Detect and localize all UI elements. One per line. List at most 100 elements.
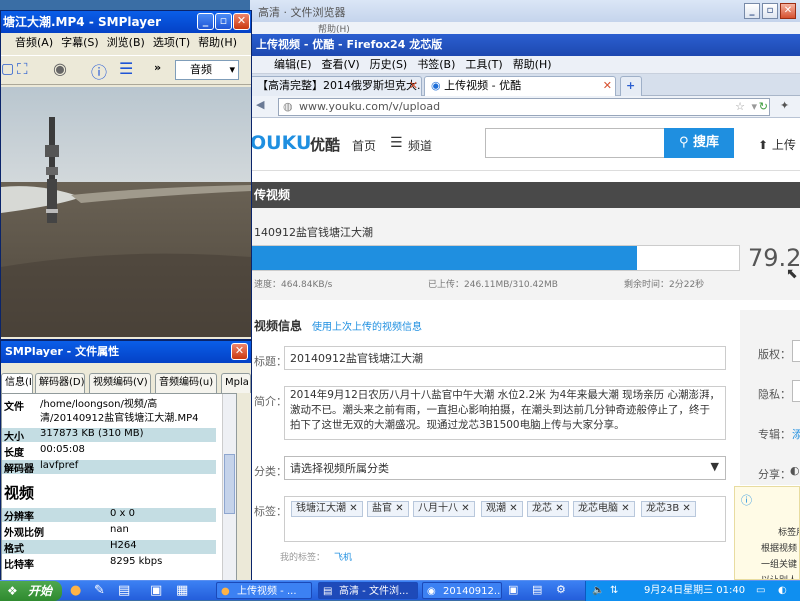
close-icon[interactable]: ✕ bbox=[409, 77, 418, 95]
tab-mplayer[interactable]: Mpla bbox=[221, 373, 251, 393]
info-icon[interactable]: ⓘ bbox=[91, 59, 107, 83]
audio-track-dropdown[interactable]: 音频 ▾ bbox=[175, 60, 239, 80]
reload-icon[interactable]: ↻ bbox=[759, 99, 768, 115]
scrollbar-thumb[interactable] bbox=[224, 454, 235, 514]
network-icon[interactable]: ⇅ bbox=[610, 581, 618, 601]
addon-icon[interactable]: ✦ bbox=[780, 99, 789, 112]
title-input[interactable]: 20140912盐官钱塘江大潮 bbox=[284, 346, 726, 370]
clock[interactable]: 9月24日星期三 01:40 bbox=[644, 581, 745, 601]
bg-maximize-button[interactable]: ▫ bbox=[762, 3, 778, 19]
close-icon[interactable]: ✕ bbox=[555, 503, 563, 514]
menu-bookmarks[interactable]: 书签(B) bbox=[417, 58, 455, 71]
my-tags-link[interactable]: 飞机 bbox=[334, 550, 352, 563]
tab-demuxer[interactable]: 解码器(D) bbox=[35, 373, 85, 393]
menu-view[interactable]: 查看(V) bbox=[322, 58, 360, 71]
tag-chip[interactable]: 观潮 ✕ bbox=[481, 501, 523, 517]
youku-logo-cn[interactable]: 优酷 bbox=[310, 134, 340, 155]
category-select[interactable]: 请选择视频所属分类 ▼ bbox=[284, 456, 726, 480]
app-icon[interactable]: ▤ bbox=[532, 583, 542, 596]
tag-chip[interactable]: 龙芯 ✕ bbox=[527, 501, 569, 517]
folder-quicklaunch-icon[interactable]: ▤ bbox=[118, 583, 130, 598]
properties-titlebar: SMPlayer - 文件属性 ✕ bbox=[1, 341, 251, 363]
close-icon[interactable]: ✕ bbox=[349, 503, 357, 514]
menu-help[interactable]: 帮助(H) bbox=[198, 36, 237, 49]
tab-youku-upload[interactable]: ◉ 上传视频 - 优酷 ✕ bbox=[424, 76, 616, 96]
bg-minimize-button[interactable]: _ bbox=[744, 3, 760, 19]
tags-input[interactable]: 钱塘江大潮 ✕ 盐官 ✕ 八月十八 ✕ 观潮 ✕ 龙芯 ✕ 龙芯电脑 ✕ 龙芯3… bbox=[284, 496, 726, 542]
tag-chip[interactable]: 盐官 ✕ bbox=[367, 501, 409, 517]
nav-channel[interactable]: 频道 bbox=[408, 137, 432, 154]
tag-label: 钱塘江大潮 bbox=[296, 503, 346, 514]
screenshot-icon[interactable]: ◉ bbox=[53, 59, 67, 78]
app-icon[interactable]: ⚙ bbox=[556, 583, 566, 596]
menu-tools[interactable]: 工具(T) bbox=[465, 58, 502, 71]
video-display[interactable] bbox=[1, 87, 251, 337]
close-button[interactable]: ✕ bbox=[231, 343, 248, 360]
window-icon[interactable]: ▢ bbox=[1, 61, 14, 77]
tab-audio-codec[interactable]: 音频编码(u) bbox=[155, 373, 217, 393]
minimize-button[interactable]: _ bbox=[197, 13, 214, 30]
search-input[interactable] bbox=[485, 128, 665, 158]
copyright-select[interactable] bbox=[792, 340, 800, 362]
close-icon[interactable]: ✕ bbox=[621, 503, 629, 514]
tab-tank-video[interactable]: 【高清完整】2014俄罗斯坦克大... ✕ bbox=[250, 76, 422, 96]
close-button[interactable]: ✕ bbox=[233, 13, 250, 30]
close-icon[interactable]: ✕ bbox=[682, 503, 690, 514]
overflow-icon[interactable]: » bbox=[154, 61, 161, 74]
task-file-browser[interactable]: ▤ 高清 - 文件浏... bbox=[318, 582, 418, 599]
close-icon[interactable]: ✕ bbox=[509, 503, 517, 514]
back-arrow-icon[interactable]: ◀ bbox=[256, 98, 264, 111]
tray-icon[interactable]: ▭ bbox=[756, 581, 765, 601]
menu-edit[interactable]: 编辑(E) bbox=[274, 58, 312, 71]
tray-icon[interactable]: ◐ bbox=[778, 581, 787, 601]
menu-audio[interactable]: 音频(A) bbox=[15, 36, 53, 49]
search-button[interactable]: ⚲ 搜库 bbox=[664, 128, 734, 158]
tab-strip: 【高清完整】2014俄罗斯坦克大... ✕ ◉ 上传视频 - 优酷 ✕ + bbox=[250, 74, 800, 96]
desktop-quicklaunch-icon[interactable]: ▦ bbox=[176, 583, 188, 598]
menu-options[interactable]: 选项(T) bbox=[153, 36, 190, 49]
description-textarea[interactable]: 2014年9月12日农历八月十八盐官中午大潮 水位2.2米 为4年来最大潮 现场… bbox=[284, 386, 726, 440]
menu-history[interactable]: 历史(S) bbox=[370, 58, 408, 71]
tag-tip-text: 标签用空 根据视频 一组关键 以让别人 bbox=[761, 528, 799, 579]
start-button[interactable]: ❖ 开始 bbox=[0, 581, 62, 601]
tag-chip[interactable]: 八月十八 ✕ bbox=[413, 501, 475, 517]
menu-subtitles[interactable]: 字幕(S) bbox=[61, 36, 99, 49]
edit-quicklaunch-icon[interactable]: ✎ bbox=[94, 583, 105, 598]
category-value: 请选择视频所属分类 bbox=[290, 462, 389, 475]
new-tab-button[interactable]: + bbox=[620, 76, 642, 96]
tag-chip[interactable]: 龙芯3B ✕ bbox=[641, 501, 696, 517]
menu-help[interactable]: 帮助(H) bbox=[513, 58, 552, 71]
privacy-select[interactable] bbox=[792, 380, 800, 402]
youku-logo[interactable]: OUKU bbox=[250, 132, 311, 154]
menu-lines-icon[interactable]: ☰ bbox=[390, 135, 403, 151]
fullscreen-icon[interactable]: ⛶ bbox=[17, 60, 28, 78]
use-last-info-link[interactable]: 使用上次上传的视频信息 bbox=[312, 318, 422, 333]
close-icon[interactable]: ✕ bbox=[395, 503, 403, 514]
task-smplayer[interactable]: ◉ 20140912... bbox=[422, 582, 502, 599]
tab-info[interactable]: 信息(I) bbox=[1, 373, 33, 393]
upload-section-title: 传视频 bbox=[254, 188, 291, 202]
app-quicklaunch-icon[interactable]: ▣ bbox=[150, 583, 162, 598]
share-icon[interactable]: ◐ bbox=[790, 464, 800, 477]
volume-icon[interactable]: 🔈 bbox=[592, 581, 604, 601]
url-bar[interactable]: ◍ www.youku.com/v/upload ☆ ▾ ↻ bbox=[278, 98, 770, 116]
close-icon[interactable]: ✕ bbox=[603, 77, 612, 95]
tag-chip[interactable]: 钱塘江大潮 ✕ bbox=[291, 501, 363, 517]
album-add-link[interactable]: 添 bbox=[792, 426, 800, 442]
close-icon[interactable]: ✕ bbox=[461, 503, 469, 514]
task-firefox[interactable]: ● 上传视频 - ... bbox=[216, 582, 312, 599]
bookmark-star-icon[interactable]: ☆ bbox=[735, 99, 745, 115]
dropdown-icon[interactable]: ▾ bbox=[751, 99, 757, 115]
vertical-scrollbar[interactable] bbox=[222, 394, 236, 580]
tag-chip[interactable]: 龙芯电脑 ✕ bbox=[573, 501, 635, 517]
maximize-button[interactable]: ▫ bbox=[215, 13, 232, 30]
bg-close-button[interactable]: ✕ bbox=[780, 3, 796, 19]
nav-home[interactable]: 首页 bbox=[352, 137, 376, 154]
tag-label: 龙芯电脑 bbox=[578, 503, 618, 514]
tab-video-codec[interactable]: 视频编码(V) bbox=[89, 373, 151, 393]
menu-browse[interactable]: 浏览(B) bbox=[107, 36, 145, 49]
upload-link[interactable]: ⬆ 上传 bbox=[758, 136, 796, 153]
playlist-icon[interactable]: ☰ bbox=[119, 59, 133, 78]
firefox-quicklaunch-icon[interactable]: ● bbox=[70, 583, 81, 598]
app-icon[interactable]: ▣ bbox=[508, 583, 518, 596]
